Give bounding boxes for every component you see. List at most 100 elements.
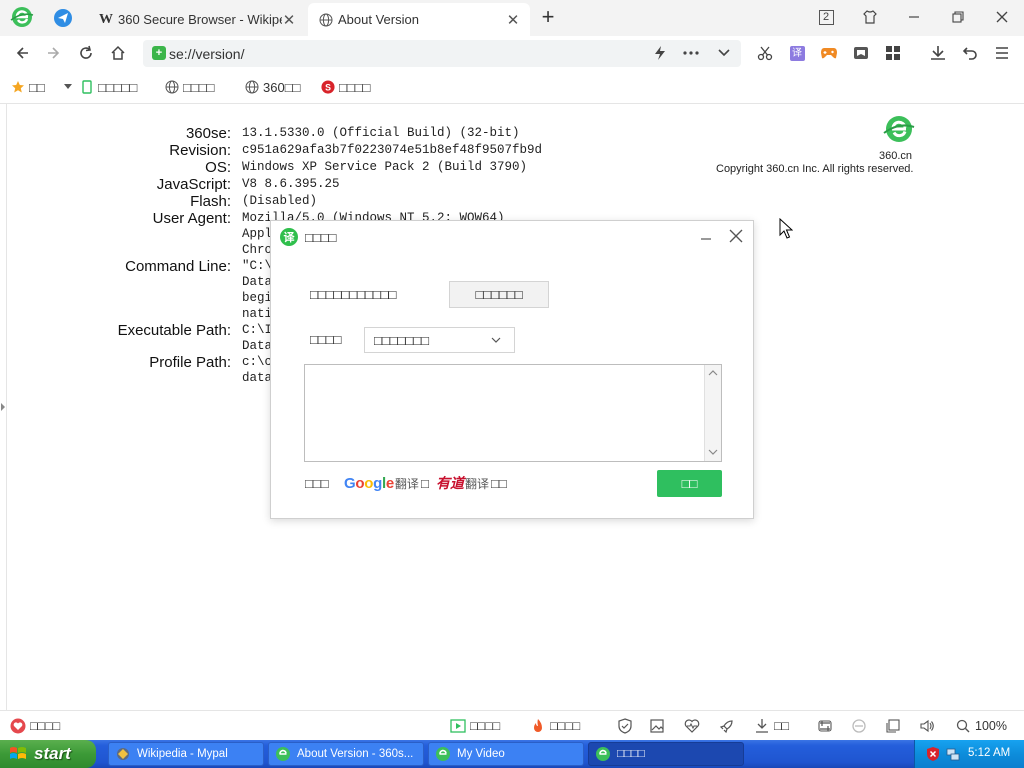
start-button[interactable]: start [0,740,96,768]
rocket-icon[interactable] [719,717,735,735]
download-icon[interactable] [926,41,950,65]
bookmark-dropdown-icon[interactable] [64,78,72,96]
security-shield-icon[interactable]: + [152,46,166,60]
source-language-label: □□□□□□□□□□□ [310,287,397,302]
undo-icon[interactable] [958,41,982,65]
profile-path-line: data [242,371,273,385]
status-bar: □□□□ □□□□ □□□□ □□ 100% [0,710,1024,740]
url-input[interactable] [169,44,569,63]
new-tab-button[interactable]: + [537,6,559,29]
task-translate-dialog[interactable]: □□□□ [588,742,744,766]
task-about-version[interactable]: About Version - 360s... [268,742,424,766]
bookmarks-bar: □□ □□□□□ □□□□ 360□□ S □□□□ [0,70,1024,104]
google-provider-option[interactable]: Google 翻译 [344,475,419,492]
home-icon[interactable] [106,41,130,65]
target-language-label: □□□□ [310,332,342,347]
back-icon[interactable] [10,41,34,65]
speaker-icon[interactable] [919,717,935,735]
tab-about-version[interactable]: About Version ✕ [308,3,530,36]
taskbar: start Wikipedia - Mypal About Version - … [0,740,1024,768]
task-label: □□□□ [617,748,645,760]
selected-language: □□□□□□□ [374,332,429,348]
ok-button[interactable]: □□ [657,470,722,497]
image-icon[interactable] [649,717,665,735]
textarea-scrollbar[interactable] [704,365,721,461]
user-agent-line: Chro [242,243,273,257]
command-line-line: begi [242,291,273,305]
status-video[interactable]: □□□□ [450,717,500,735]
status-hot[interactable]: □□□□ [530,717,580,735]
minimize-icon[interactable] [902,6,926,28]
zoom-level: 100% [975,719,1007,733]
reader-book-icon[interactable] [849,41,873,65]
zoom-control[interactable]: 100% [955,717,1007,735]
security-alert-icon[interactable] [925,746,941,762]
restore-icon[interactable] [946,6,970,28]
shield-icon[interactable] [617,717,633,735]
os-value: Windows XP Service Pack 2 (Build 3790) [242,160,528,174]
translate-icon[interactable]: 译 [785,41,809,65]
tab-wikipedia[interactable]: W 360 Secure Browser - Wikipe ✕ [88,3,306,36]
status-favorites[interactable]: □□□□ [10,717,60,735]
shirt-skin-icon[interactable] [858,6,882,28]
task-my-video[interactable]: My Video [428,742,584,766]
target-language-select[interactable]: □□□□□□□ [364,327,515,353]
magnifier-icon [955,718,971,734]
revision-label: Revision: [169,142,231,159]
apps-grid-icon[interactable] [881,41,905,65]
revision-value: c951a629afa3b7f0223074e51b8ef48f9507fb9d [242,143,543,157]
dialog-minimize-icon[interactable] [696,226,716,246]
translate-dialog: 译 □□□□ □□□□□□□□□□□ □□□□□□ □□□□ □□□□□□□ □… [270,220,754,519]
flash-label: Flash: [190,193,231,210]
ie-icon[interactable] [851,717,867,735]
youdao-provider-option[interactable]: 有道 翻译 [436,475,489,493]
sidebar-expand-arrow-icon[interactable] [1,403,5,411]
globe-icon [245,80,259,94]
bookmark-label: □□□□ [183,79,215,95]
tab-close-icon[interactable]: ✕ [282,12,296,29]
red-circle-logo-icon: S [321,80,335,94]
scroll-down-arrow-icon[interactable] [708,447,718,457]
provider-radio-separator[interactable]: □ [421,475,429,491]
extension-icon[interactable] [817,717,833,735]
command-line-line: nati [242,307,273,321]
forward-icon[interactable] [42,41,66,65]
executable-path-label: Executable Path: [117,322,231,339]
dialog-title-bar: 译 □□□□ [280,227,336,247]
play-icon [450,718,466,734]
version-value: 13.1.5330.0 (Official Build) (32-bit) [242,126,520,140]
scroll-up-arrow-icon[interactable] [708,368,718,378]
scissors-icon[interactable] [753,41,777,65]
bookmark-favorites[interactable]: □□ [11,78,45,96]
window-icon[interactable] [885,717,901,735]
bookmark-red[interactable]: S □□□□ [321,78,370,96]
detect-language-button[interactable]: □□□□□□ [449,281,549,308]
more-dots-icon[interactable] [679,41,703,65]
bookmark-360[interactable]: 360□□ [245,78,300,96]
bookmark-globe-1[interactable]: □□□□ [165,78,214,96]
bookmark-label: □□□□□ [98,79,138,95]
status-item-label: □□ [774,719,790,733]
network-icon[interactable] [945,746,961,762]
close-window-icon[interactable] [990,6,1014,28]
gamepad-icon[interactable] [817,41,841,65]
task-wikipedia-mypal[interactable]: Wikipedia - Mypal [108,742,264,766]
bookmark-mobile[interactable]: □□□□□ [80,78,137,96]
translate-textarea[interactable] [304,364,722,462]
os-label: OS: [205,159,231,176]
chevron-down-icon[interactable] [712,41,736,65]
provider-prefix: □□□ [305,475,329,491]
status-download[interactable]: □□ [754,717,789,735]
reload-icon[interactable] [74,41,98,65]
star-icon [11,80,25,94]
menu-icon[interactable] [990,41,1014,65]
lightning-icon[interactable] [648,41,672,65]
tab-close-icon[interactable]: ✕ [506,12,520,29]
send-icon[interactable] [53,8,73,28]
javascript-value: V8 8.6.395.25 [242,177,340,191]
tab-count-button[interactable]: 2 [814,6,838,28]
mouse-cursor-icon [779,218,793,239]
dialog-close-icon[interactable] [726,226,746,246]
heartbeat-icon[interactable] [684,717,700,735]
360-browser-logo-icon[interactable] [10,5,34,29]
